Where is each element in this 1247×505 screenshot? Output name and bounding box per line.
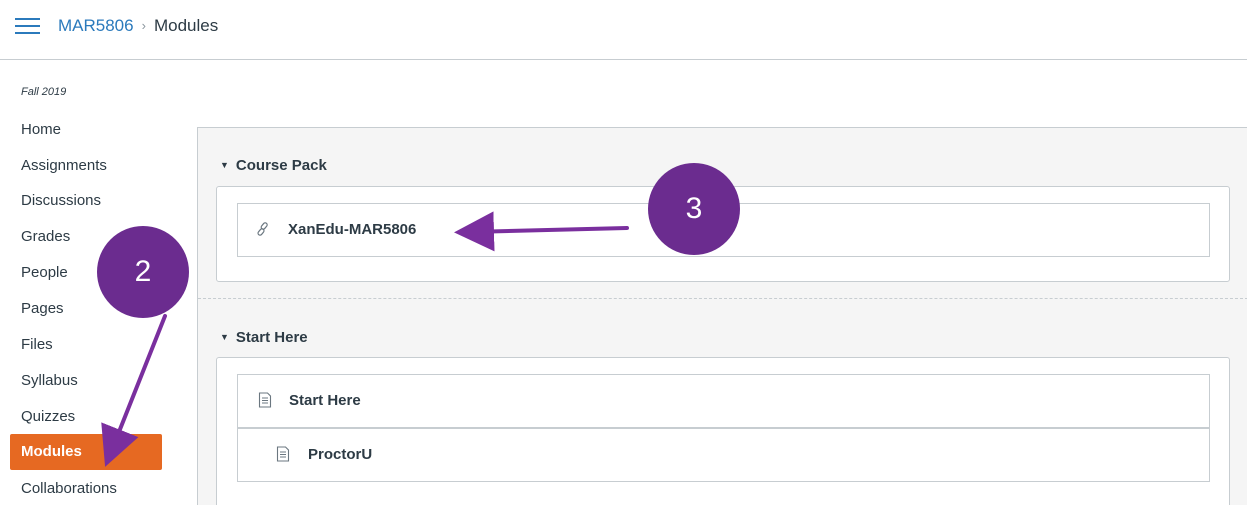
page-icon — [258, 392, 272, 408]
global-header: MAR5806 › Modules — [0, 0, 1247, 60]
nav-people[interactable]: People — [21, 262, 68, 284]
module-title: Course Pack — [235, 157, 327, 174]
module-item-label: Start Here — [289, 392, 361, 409]
step-3-callout: 3 — [648, 163, 740, 255]
nav-syllabus[interactable]: Syllabus — [21, 370, 78, 392]
module-title: Start Here — [235, 329, 308, 346]
caret-down-icon: ▼ — [220, 332, 229, 342]
page-icon — [276, 446, 290, 462]
nav-files[interactable]: Files — [21, 334, 53, 356]
module-item-start-here[interactable]: Start Here — [237, 374, 1210, 428]
caret-down-icon: ▼ — [220, 160, 229, 170]
nav-grades[interactable]: Grades — [21, 226, 70, 248]
nav-pages[interactable]: Pages — [21, 298, 64, 320]
hamburger-menu-icon[interactable] — [14, 15, 42, 37]
module-header-course-pack[interactable]: ▼ Course Pack — [220, 155, 327, 177]
nav-modules-label: Modules — [21, 443, 82, 460]
link-icon — [257, 222, 268, 236]
breadcrumb-course-link[interactable]: MAR5806 — [58, 16, 134, 35]
nav-collaborations[interactable]: Collaborations — [21, 478, 117, 500]
module-item-label: XanEdu-MAR5806 — [288, 221, 417, 238]
module-header-start-here[interactable]: ▼ Start Here — [220, 327, 308, 349]
module-item-proctoru[interactable]: ProctorU — [237, 428, 1210, 482]
term-label: Fall 2019 — [21, 86, 67, 98]
step-2-callout: 2 — [97, 226, 189, 318]
nav-assignments[interactable]: Assignments — [21, 155, 107, 177]
module-item-label: ProctorU — [308, 446, 373, 463]
nav-modules-active[interactable]: Modules — [10, 434, 162, 470]
nav-discussions[interactable]: Discussions — [21, 190, 101, 212]
module-divider — [198, 298, 1247, 299]
breadcrumb-current: Modules — [153, 16, 219, 35]
nav-home[interactable]: Home — [21, 119, 61, 141]
breadcrumb: MAR5806 › Modules — [58, 14, 218, 39]
nav-quizzes[interactable]: Quizzes — [21, 406, 75, 428]
module-start-here: Start Here ProctorU — [216, 357, 1230, 505]
breadcrumb-separator: › — [141, 18, 146, 33]
